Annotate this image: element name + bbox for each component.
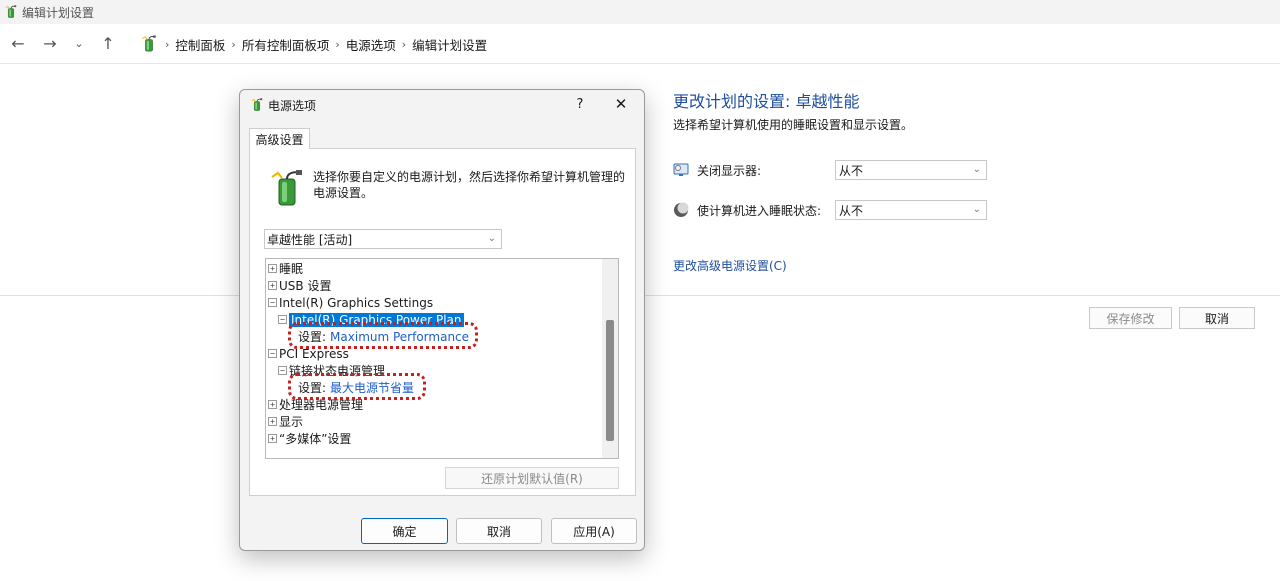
apply-button[interactable]: 应用(A) [551, 518, 637, 544]
breadcrumb-separator: › [231, 37, 236, 51]
recent-locations-chevron-icon[interactable]: ⌄ [68, 30, 90, 58]
chevron-down-icon: ⌄ [972, 204, 981, 215]
setting-label: 设置: [298, 330, 327, 344]
collapse-icon[interactable]: − [278, 366, 287, 375]
power-options-icon [140, 35, 158, 53]
display-off-label: 关闭显示器: [697, 163, 762, 178]
instruction-text: 选择你要自定义的电源计划，然后选择你希望计算机管理的电源设置。 [313, 170, 626, 200]
help-icon[interactable]: ? [570, 94, 590, 114]
forward-arrow-icon[interactable]: → [36, 30, 64, 58]
sleep-value: 从不 [839, 203, 864, 218]
scrollbar-thumb[interactable] [606, 320, 614, 441]
page-description: 选择希望计算机使用的睡眠设置和显示设置。 [673, 118, 914, 132]
tree-item-label: “多媒体”设置 [279, 432, 352, 446]
ok-button[interactable]: 确定 [361, 518, 448, 544]
sleep-row: 使计算机进入睡眠状态: [673, 200, 852, 220]
tree-item-processor-power[interactable]: + 处理器电源管理 [268, 396, 363, 413]
setting-value[interactable]: 最大电源节省量 [330, 379, 414, 396]
power-plan-icon [270, 169, 304, 209]
back-arrow-icon[interactable]: ← [4, 30, 32, 58]
power-options-icon [250, 98, 264, 112]
breadcrumb-separator: › [165, 37, 170, 51]
tree-item-label: 链接状态电源管理 [289, 364, 386, 378]
tree-item-intel-graphics-settings[interactable]: − Intel(R) Graphics Settings [268, 294, 433, 311]
address-bar[interactable]: › 控制面板 › 所有控制面板项 › 电源选项 › 编辑计划设置 [140, 24, 490, 64]
power-options-dialog: 电源选项 ? ✕ 高级设置 选择你要自定义的电源计划，然后选择你希望计算机管理的… [239, 89, 645, 551]
window-title: 编辑计划设置 [22, 5, 95, 20]
navigation-bar: ← → ⌄ ↑ › 控制面板 › 所有控制面板项 › 电源选项 › 编辑计划设置 [0, 24, 1280, 64]
dialog-cancel-button[interactable]: 取消 [456, 518, 542, 544]
close-icon[interactable]: ✕ [610, 94, 632, 114]
tree-item-label: 睡眠 [279, 262, 304, 276]
sleep-label: 使计算机进入睡眠状态: [697, 203, 822, 218]
expand-icon[interactable]: + [268, 264, 277, 273]
collapse-icon[interactable]: − [278, 315, 287, 324]
power-plan-value: 卓越性能 [活动] [267, 232, 353, 247]
tree-item-pci-express[interactable]: − PCI Express [268, 345, 349, 362]
tree-item-label: 显示 [279, 415, 304, 429]
moon-icon [674, 202, 689, 217]
tab-advanced-settings[interactable]: 高级设置 [249, 128, 310, 149]
breadcrumb-separator: › [335, 37, 340, 51]
tree-item-link-state-power-management[interactable]: − 链接状态电源管理 [278, 362, 385, 379]
chevron-down-icon: ⌄ [972, 164, 981, 175]
tree-item-usb[interactable]: + USB 设置 [268, 277, 331, 294]
cancel-button[interactable]: 取消 [1179, 307, 1255, 329]
expand-icon[interactable]: + [268, 434, 277, 443]
tree-scrollbar[interactable] [602, 259, 618, 458]
advanced-settings-link[interactable]: 更改高级电源设置(C) [673, 257, 787, 274]
up-arrow-icon[interactable]: ↑ [94, 30, 122, 58]
collapse-icon[interactable]: − [268, 349, 277, 358]
display-off-value: 从不 [839, 163, 864, 178]
tree-setting-graphics-power-plan[interactable]: 设置: Maximum Performance [298, 328, 469, 345]
display-off-select[interactable]: 从不 ⌄ [835, 160, 987, 180]
power-options-icon [4, 5, 18, 19]
breadcrumb-edit-plan[interactable]: 编辑计划设置 [409, 35, 490, 54]
save-changes-button[interactable]: 保存修改 [1089, 307, 1172, 329]
breadcrumb-separator: › [401, 37, 407, 51]
breadcrumb-power-options[interactable]: 电源选项 [343, 35, 399, 54]
page-title: 更改计划的设置: 卓越性能 [673, 92, 860, 111]
setting-value[interactable]: Maximum Performance [330, 330, 469, 344]
collapse-icon[interactable]: − [268, 298, 277, 307]
power-plan-select[interactable]: 卓越性能 [活动] ⌄ [264, 229, 502, 249]
tree-item-multimedia[interactable]: + “多媒体”设置 [268, 430, 351, 447]
tree-item-label: PCI Express [279, 346, 349, 361]
chevron-down-icon: ⌄ [487, 233, 496, 244]
tree-item-intel-graphics-power-plan[interactable]: − Intel(R) Graphics Power Plan [278, 311, 464, 328]
tree-item-label-selected: Intel(R) Graphics Power Plan [289, 312, 464, 327]
breadcrumb-control-panel[interactable]: 控制面板 [172, 35, 228, 54]
expand-icon[interactable]: + [268, 400, 277, 409]
display-off-row: 关闭显示器: [673, 160, 852, 180]
breadcrumb-all-items[interactable]: 所有控制面板项 [239, 35, 333, 54]
settings-tree[interactable]: + 睡眠 + USB 设置 − Intel(R) Graphics Settin… [265, 258, 619, 459]
tree-item-label: Intel(R) Graphics Settings [279, 295, 434, 310]
restore-defaults-button[interactable]: 还原计划默认值(R) [445, 467, 619, 489]
tree-item-label: 处理器电源管理 [279, 398, 364, 412]
tree-item-sleep[interactable]: + 睡眠 [268, 260, 303, 277]
setting-label: 设置: [298, 381, 327, 395]
window-title-bar: 编辑计划设置 [0, 0, 1280, 24]
sleep-select[interactable]: 从不 ⌄ [835, 200, 987, 220]
expand-icon[interactable]: + [268, 281, 277, 290]
monitor-icon [673, 163, 689, 176]
tree-item-label: USB 设置 [279, 279, 332, 293]
dialog-title: 电源选项 [268, 98, 317, 113]
dialog-title-bar: 电源选项 [250, 96, 316, 114]
expand-icon[interactable]: + [268, 417, 277, 426]
tree-item-display[interactable]: + 显示 [268, 413, 303, 430]
tree-setting-link-state[interactable]: 设置: 最大电源节省量 [298, 379, 414, 396]
advanced-settings-panel: 选择你要自定义的电源计划，然后选择你希望计算机管理的电源设置。 卓越性能 [活动… [249, 148, 636, 496]
